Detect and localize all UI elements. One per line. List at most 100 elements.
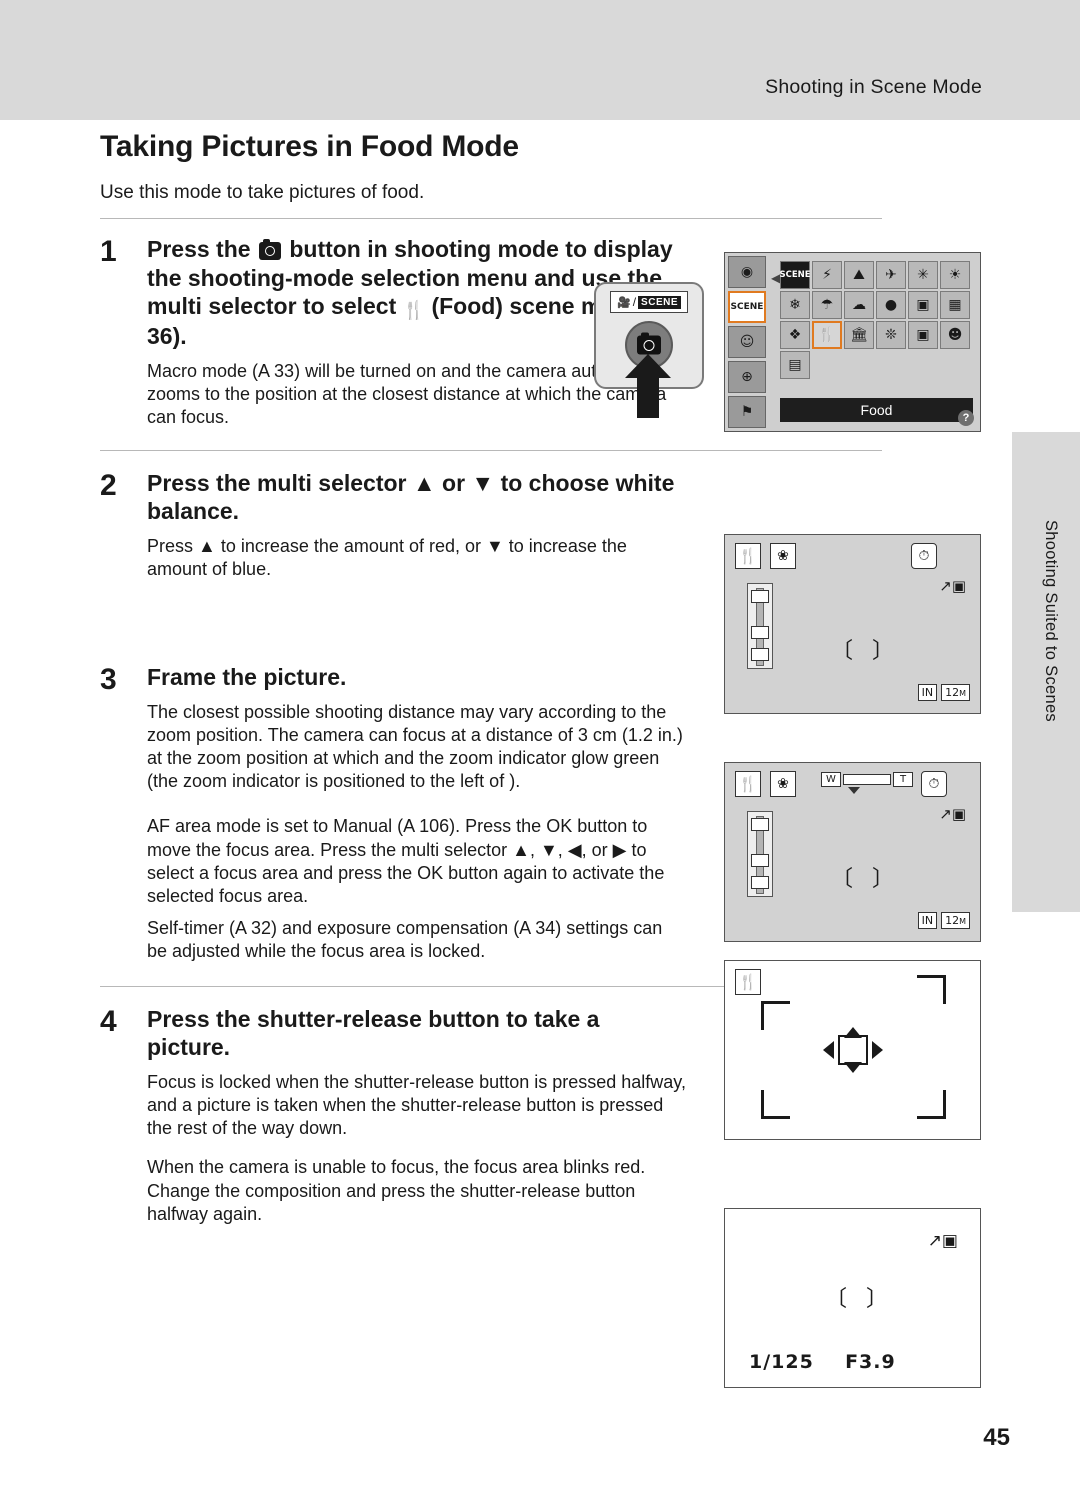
step-2-number: 2	[100, 468, 117, 502]
step-3-number: 3	[100, 662, 117, 696]
help-icon[interactable]: ?	[958, 410, 974, 426]
zoom-wide-label: W	[821, 772, 841, 787]
left-icon-smile: ☺	[728, 326, 766, 358]
page-title: Taking Pictures in Food Mode	[100, 130, 519, 163]
focus-area-move-indicator[interactable]	[822, 1027, 883, 1073]
grid-icon-pano-assist[interactable]: ▤	[780, 351, 810, 379]
grid-icon-museum[interactable]: ▣	[908, 291, 938, 319]
left-icon-auto: ◉	[728, 256, 766, 288]
step-1-number: 1	[100, 235, 117, 268]
focus-square	[837, 1035, 868, 1065]
grid-icon-panorama[interactable]: ▣	[908, 321, 938, 349]
step-2-paragraph: Press ▲ to increase the amount of red, o…	[147, 535, 627, 579]
focus-area-screen: 🍴	[724, 960, 981, 1140]
grid-icon-party[interactable]: ☀	[940, 261, 970, 289]
left-icon-movie: ⚑	[728, 396, 766, 428]
camera-icon	[637, 332, 661, 355]
slash: /	[632, 295, 637, 309]
side-tab-label: Shooting Suited to Scenes	[1042, 520, 1060, 722]
focus-area-brackets: 〔 〕	[831, 639, 900, 664]
self-timer-indicator: ⏱	[911, 543, 937, 569]
grid-icon-landscape[interactable]: ⛰	[844, 261, 874, 289]
grid-icon-snow[interactable]: ☂	[812, 291, 842, 319]
shutter-screen: ↗▣ 〔 〕 1/125 F3.9	[724, 1208, 981, 1388]
grid-icon-scene[interactable]: SCENE	[779, 261, 811, 289]
step-1-heading-a: Press the	[147, 236, 251, 262]
zoom-track	[843, 774, 891, 785]
vibration-reduction-icon-3: ↗▣	[927, 1231, 958, 1251]
arrow-right-icon	[871, 1041, 883, 1059]
arrow-down-icon	[843, 1062, 862, 1073]
left-icon-scene: SCENE	[728, 291, 766, 323]
grid-icon-portrait[interactable]: ☻	[940, 321, 970, 349]
grid-icon-fireworks[interactable]: ❊	[876, 321, 906, 349]
movie-icon: 🎥	[617, 295, 631, 309]
self-timer-indicator-2: ⏱	[921, 771, 947, 797]
camera-mode-icon	[258, 239, 281, 260]
grid-icon-copy[interactable]: ▦	[940, 291, 970, 319]
scene-menu-left-column: ◉ SCENE ☺ ⊕ ⚑	[728, 256, 768, 430]
step-3-paragraph-2: AF area mode is set to Manual (A 106). P…	[147, 816, 665, 907]
slider-knob-bot-2[interactable]	[751, 876, 769, 889]
image-info-group-2: IN 12M	[917, 912, 970, 929]
vibration-reduction-icon: ↗▣	[939, 577, 966, 595]
food-mode-indicator-2: 🍴	[735, 771, 761, 797]
step-4-paragraph-1: Focus is locked when the shutter-release…	[147, 1071, 686, 1139]
grid-icon-closeup[interactable]: ●	[876, 291, 906, 319]
slider-knob-top-2[interactable]	[751, 818, 769, 831]
internal-memory-icon: IN	[917, 684, 938, 701]
zoom-indicator: W T	[821, 771, 913, 794]
image-info-group: IN 12M	[917, 684, 970, 701]
running-head: Shooting in Scene Mode	[765, 76, 982, 98]
slider-knob-mid-2[interactable]	[751, 854, 769, 867]
zoom-tele-label: T	[893, 772, 913, 787]
step-3-paragraph-1: The closest possible shooting distance m…	[147, 701, 683, 792]
grid-icon-food[interactable]: 🍴	[812, 321, 842, 349]
grid-icon-sports[interactable]: ⚡	[812, 261, 842, 289]
grid-icon-night[interactable]: ✳	[908, 261, 938, 289]
step-4-number: 4	[100, 1004, 117, 1038]
internal-memory-icon-2: IN	[917, 912, 938, 929]
slider-knob-top[interactable]	[751, 590, 769, 603]
scene-menu-screen: ◉ SCENE ☺ ⊕ ⚑ ◀ SCENE ⚡ ⛰ ✈ ✳ ☀ ❄ ☂ ☁ ● …	[724, 252, 981, 432]
step-4-heading: Press the shutter-release button to take…	[147, 1005, 600, 1061]
grid-icon-dusk[interactable]: ☁	[844, 291, 874, 319]
divider-2	[100, 449, 882, 451]
white-balance-slider[interactable]	[747, 583, 773, 669]
exposure-readout: 1/125 F3.9	[749, 1351, 896, 1373]
white-balance-slider-2[interactable]	[747, 811, 773, 897]
food-mode-indicator: 🍴	[735, 543, 761, 569]
focus-area-brackets-2: 〔 〕	[831, 867, 900, 892]
grid-icon-building[interactable]: 🏛	[844, 321, 874, 349]
grid-icon-sunset[interactable]: ✈	[876, 261, 906, 289]
frame-corner-top-right	[917, 975, 946, 1004]
scene-selected-label: Food	[780, 398, 973, 422]
frame-corner-bottom-right	[917, 1090, 946, 1119]
step-3-paragraph-3: Self-timer (A 32) and exposure compensat…	[147, 918, 663, 962]
shutter-speed: 1/125	[749, 1351, 814, 1373]
image-size-badge-2: 12M	[941, 912, 970, 929]
left-icon-special: ⊕	[728, 361, 766, 393]
framing-screen: 🍴 ❀ W T ⏱ ↗▣ 〔 〕 IN 12M	[724, 762, 981, 942]
food-fork-icon: 🍴	[402, 300, 426, 322]
focus-area-brackets-3: 〔 〕	[825, 1287, 894, 1312]
manual-page: Shooting in Scene Mode Shooting Suited t…	[0, 0, 1080, 1486]
white-balance-screen: 🍴 ❀ ⏱ ↗▣ 〔 〕 IN 12M	[724, 534, 981, 714]
divider	[100, 218, 882, 219]
food-mode-indicator-3: 🍴	[735, 969, 761, 995]
arrow-up-icon	[843, 1027, 862, 1038]
step-3-heading: Frame the picture.	[147, 663, 347, 690]
frame-corner-top-left	[761, 1001, 790, 1030]
step-2-heading: Press the multi selector ▲ or ▼ to choos…	[147, 469, 675, 525]
intro-text: Use this mode to take pictures of food.	[100, 182, 425, 203]
step-4-paragraph-2: When the camera is unable to focus, the …	[147, 1157, 646, 1224]
mode-pill: 🎥 / SCENE	[610, 291, 688, 313]
slider-knob-bot[interactable]	[751, 648, 769, 661]
vibration-reduction-icon-2: ↗▣	[939, 805, 966, 823]
grid-icon-beach[interactable]: ❄	[780, 291, 810, 319]
frame-corner-bottom-left	[761, 1090, 790, 1119]
macro-mode-indicator: ❀	[770, 543, 796, 569]
arrow-left-icon	[822, 1041, 834, 1059]
grid-icon-backlight[interactable]: ❖	[780, 321, 810, 349]
slider-knob-mid[interactable]	[751, 626, 769, 639]
